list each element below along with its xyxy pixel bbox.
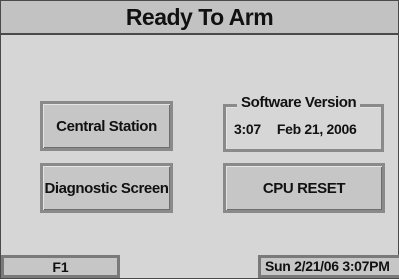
software-version-date: Feb 21, 2006 — [276, 121, 357, 137]
software-version-label: Software Version — [237, 94, 361, 111]
cpu-reset-button[interactable]: CPU RESET — [223, 163, 385, 213]
central-station-label: Central Station — [56, 117, 157, 135]
f1-label: F1 — [52, 258, 69, 275]
cpu-reset-label: CPU RESET — [262, 179, 346, 197]
clock-display: Sun 2/21/06 3:07PM — [258, 255, 399, 278]
hmi-screen: Ready To Arm Central Station Software Ve… — [0, 0, 399, 279]
central-station-button[interactable]: Central Station — [40, 101, 173, 151]
software-version-time: 3:07 — [234, 121, 261, 137]
diagnostic-screen-label: Diagnostic Screen — [44, 179, 169, 197]
software-version-value: 3:07 Feb 21, 2006 — [234, 121, 357, 137]
page-title: Ready To Arm — [1, 1, 398, 35]
f1-button[interactable]: F1 — [1, 255, 120, 278]
diagnostic-screen-button[interactable]: Diagnostic Screen — [40, 163, 173, 213]
software-version-group: Software Version 3:07 Feb 21, 2006 — [223, 94, 384, 152]
